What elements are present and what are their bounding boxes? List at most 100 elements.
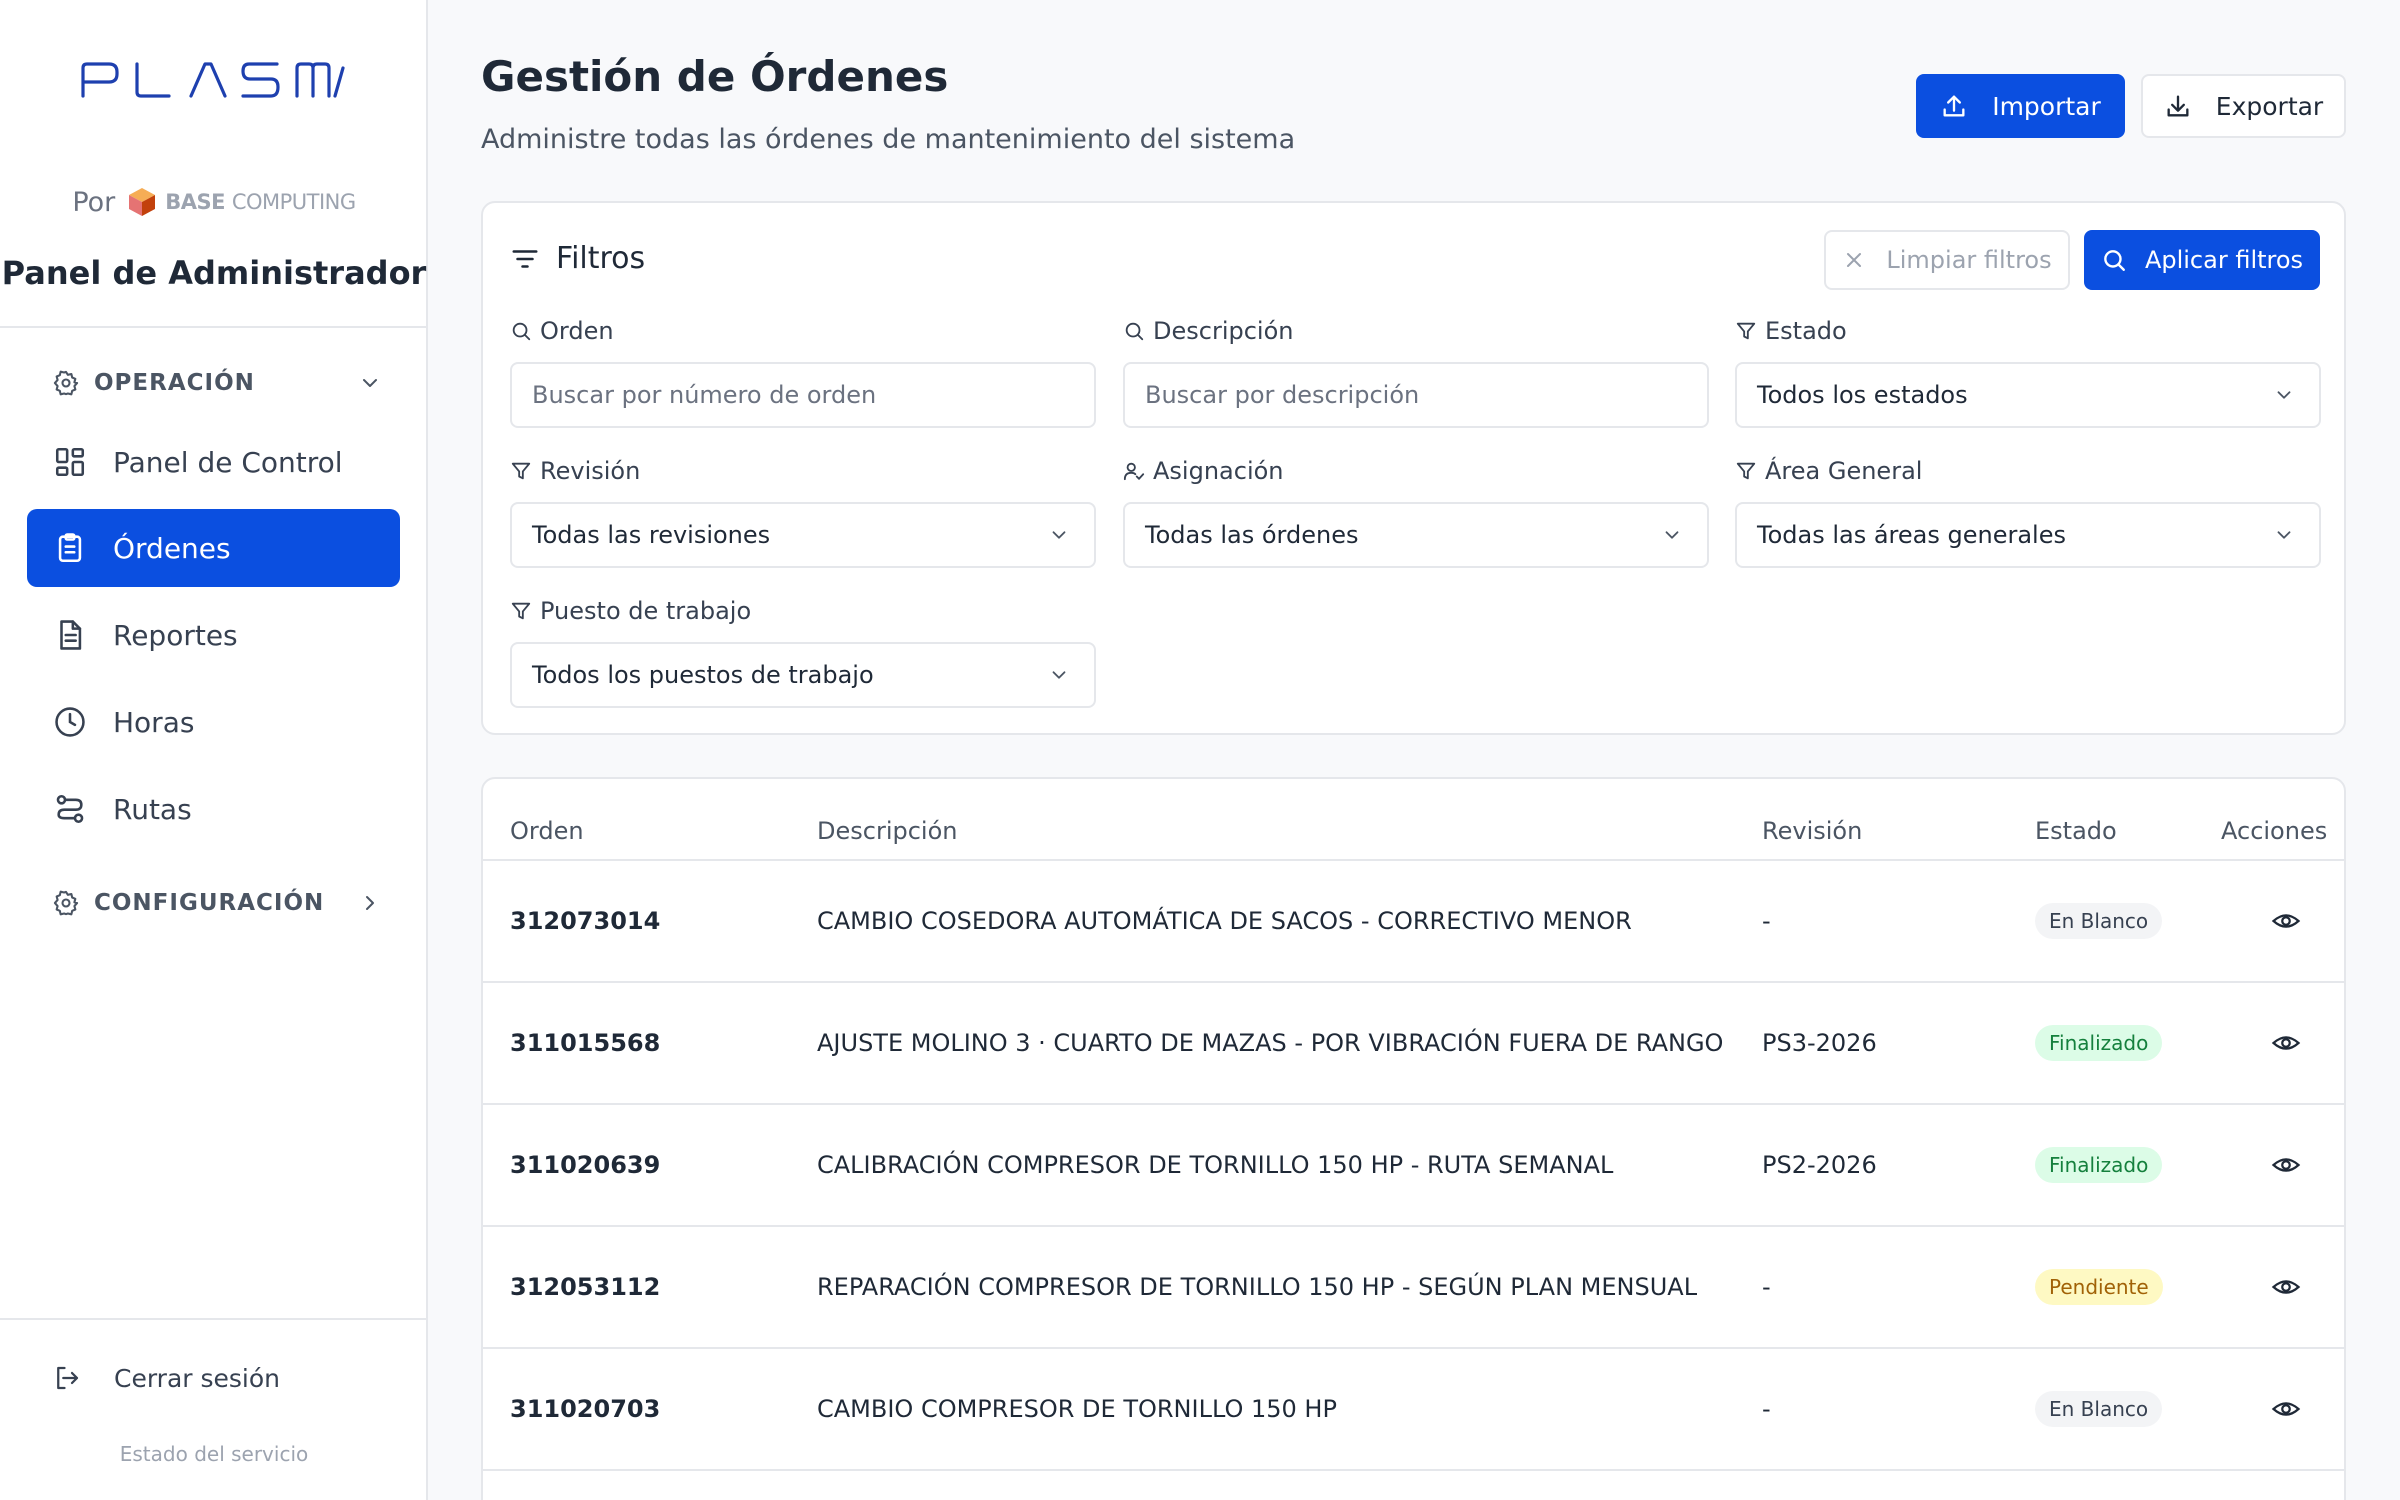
- table-row[interactable]: 312053112 REPARACIÓN COMPRESOR DE TORNIL…: [483, 1227, 2344, 1349]
- status-badge: Pendiente: [2035, 1269, 2163, 1305]
- download-icon: [2167, 95, 2189, 117]
- order-description: CAMBIO COMPRESOR DE TORNILLO 150 HP: [817, 1395, 1337, 1423]
- column-header-description[interactable]: Descripción: [817, 817, 957, 845]
- partner-bold: BASE: [165, 190, 225, 214]
- sidebar-item-routes[interactable]: Rutas: [27, 770, 400, 848]
- filters-header: Filtros: [510, 241, 645, 276]
- order-search-input[interactable]: [532, 381, 1070, 409]
- apply-filters-button[interactable]: Aplicar filtros: [2084, 230, 2320, 290]
- order-revision: PS2-2026: [1762, 1151, 1877, 1179]
- logout-icon: [57, 1366, 79, 1390]
- workstation-filter-label-text: Puesto de trabajo: [540, 597, 752, 625]
- table-row[interactable]: 312073014 CAMBIO COSEDORA AUTOMÁTICA DE …: [483, 861, 2344, 983]
- assignment-filter-label-text: Asignación: [1153, 457, 1284, 485]
- sidebar-item-reports[interactable]: Reportes: [27, 596, 400, 674]
- column-header-order[interactable]: Orden: [510, 817, 584, 845]
- funnel-icon: [1736, 322, 1756, 340]
- export-label: Exportar: [2215, 91, 2324, 121]
- filters-panel: Filtros Limpiar filtros Aplicar filtros …: [481, 201, 2346, 735]
- description-filter-label: Descripción: [1123, 317, 1293, 345]
- cube-icon: [129, 188, 156, 216]
- status-select[interactable]: Todos los estados: [1735, 362, 2321, 428]
- order-description: CALIBRACIÓN COMPRESOR DE TORNILLO 150 HP…: [817, 1151, 1614, 1179]
- sidebar-item-hours[interactable]: Horas: [27, 683, 400, 761]
- sidebar-item-label: Panel de Control: [113, 445, 343, 479]
- export-button[interactable]: Exportar: [2141, 74, 2346, 138]
- chevron-down-icon: [1665, 531, 1679, 539]
- assignment-select-value: Todas las órdenes: [1145, 521, 1359, 549]
- clock-icon: [55, 707, 85, 737]
- order-description: CAMBIO COSEDORA AUTOMÁTICA DE SACOS - CO…: [817, 907, 1632, 935]
- sidebar-item-label: Horas: [113, 705, 195, 739]
- order-filter-label-text: Orden: [540, 317, 614, 345]
- funnel-icon: [1736, 462, 1756, 480]
- view-order-button[interactable]: [2271, 1349, 2301, 1469]
- plasma-logo-mark: [81, 62, 345, 98]
- chevron-down-icon: [1052, 671, 1066, 679]
- area-select[interactable]: Todas las áreas generales: [1735, 502, 2321, 568]
- sidebar: Por BASE COMPUTING Panel de Administrado…: [0, 0, 428, 1500]
- revision-select-value: Todas las revisiones: [532, 521, 771, 549]
- panel-title: Panel de Administrador: [1, 254, 427, 292]
- clipboard-icon: [58, 533, 82, 563]
- partner-rest: COMPUTING: [231, 190, 356, 214]
- upload-icon: [1943, 95, 1965, 117]
- column-header-revision[interactable]: Revisión: [1762, 817, 1862, 845]
- sidebar-item-orders[interactable]: Órdenes: [27, 509, 400, 587]
- order-revision: -: [1762, 907, 1771, 935]
- apply-filters-label: Aplicar filtros: [2144, 246, 2304, 274]
- order-number: 311020639: [510, 1151, 661, 1179]
- import-button[interactable]: Importar: [1916, 74, 2125, 138]
- order-search-field[interactable]: [510, 362, 1096, 428]
- chevron-down-icon: [1052, 531, 1066, 539]
- revision-select[interactable]: Todas las revisiones: [510, 502, 1096, 568]
- logout-button[interactable]: Cerrar sesión: [52, 1358, 280, 1398]
- service-status-link[interactable]: Estado del servicio: [0, 1442, 428, 1466]
- workstation-select[interactable]: Todos los puestos de trabajo: [510, 642, 1096, 708]
- search-icon: [1125, 322, 1144, 341]
- assignment-select[interactable]: Todas las órdenes: [1123, 502, 1709, 568]
- revision-filter-label-text: Revisión: [540, 457, 641, 485]
- area-select-value: Todas las áreas generales: [1757, 521, 2066, 549]
- sidebar-item-dashboard[interactable]: Panel de Control: [27, 423, 400, 501]
- funnel-icon: [511, 462, 531, 480]
- chevron-right-icon: [366, 896, 374, 910]
- workstation-select-value: Todos los puestos de trabajo: [532, 661, 874, 689]
- order-revision: PS3-2026: [1762, 1029, 1877, 1057]
- status-badge: En Blanco: [2035, 1391, 2163, 1427]
- page-title: Gestión de Órdenes: [481, 52, 949, 101]
- table-row[interactable]: 311015568 AJUSTE MOLINO 3 · CUARTO DE MA…: [483, 983, 2344, 1105]
- description-search-input[interactable]: [1145, 381, 1683, 409]
- order-description: REPARACIÓN COMPRESOR DE TORNILLO 150 HP …: [817, 1273, 1698, 1301]
- section-operation-label: OPERACIÓN: [94, 370, 255, 396]
- plasma-logo[interactable]: [0, 60, 428, 104]
- filter-lines-icon: [512, 249, 538, 268]
- order-number: 312073014: [510, 907, 661, 935]
- funnel-icon: [511, 602, 531, 620]
- assignment-filter-label: Asignación: [1123, 457, 1284, 485]
- eye-icon: [2271, 1036, 2301, 1050]
- table-row[interactable]: 311020703 CAMBIO COMPRESOR DE TORNILLO 1…: [483, 1349, 2344, 1471]
- status-select-value: Todos los estados: [1757, 381, 1968, 409]
- view-order-button[interactable]: [2271, 983, 2301, 1103]
- description-search-field[interactable]: [1123, 362, 1709, 428]
- view-order-button[interactable]: [2271, 1105, 2301, 1225]
- view-order-button[interactable]: [2271, 861, 2301, 981]
- view-order-button[interactable]: [2271, 1227, 2301, 1347]
- user-check-icon: [1123, 462, 1145, 481]
- column-header-status[interactable]: Estado: [2035, 817, 2117, 845]
- table-row[interactable]: 311020639 CALIBRACIÓN COMPRESOR DE TORNI…: [483, 1105, 2344, 1227]
- close-icon: [1847, 253, 1862, 267]
- eye-icon: [2271, 1402, 2301, 1416]
- sidebar-divider: [0, 1318, 428, 1320]
- by-label: Por: [72, 186, 116, 218]
- area-filter-label: Área General: [1735, 457, 1922, 485]
- section-operation-toggle[interactable]: OPERACIÓN: [52, 358, 382, 408]
- gear-icon: [53, 890, 79, 916]
- order-number: 312053112: [510, 1273, 661, 1301]
- clear-filters-button[interactable]: Limpiar filtros: [1824, 230, 2070, 290]
- sidebar-divider: [0, 326, 428, 328]
- filters-title: Filtros: [556, 241, 646, 276]
- section-config-toggle[interactable]: CONFIGURACIÓN: [52, 878, 382, 928]
- order-description: AJUSTE MOLINO 3 · CUARTO DE MAZAS - POR …: [817, 1029, 1724, 1057]
